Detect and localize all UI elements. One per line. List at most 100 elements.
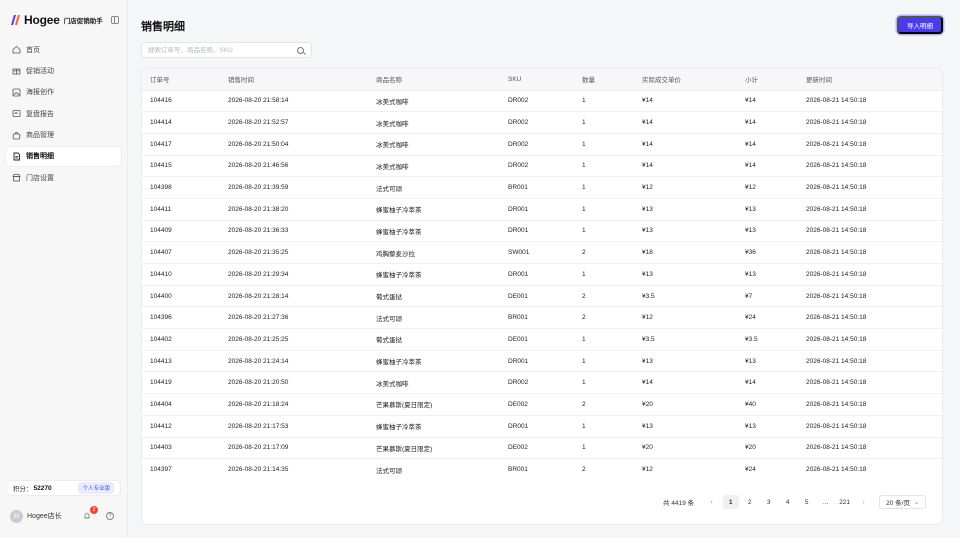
table-row[interactable]: 104397 2026-08-20 21:14:35 法式可颂 BR001 2 ¥12 ¥2… (142, 458, 942, 481)
table-cell: ¥36 (745, 249, 756, 257)
table-cell: DR001 (508, 205, 529, 213)
page-number-button[interactable]: 221 (837, 495, 853, 509)
document-icon (12, 152, 21, 161)
table-cell: 2026-08-21 14:50:18 (806, 466, 867, 474)
search-icon[interactable] (297, 47, 304, 54)
table-cell: SW001 (508, 249, 530, 257)
table-cell: 104409 (150, 227, 172, 235)
table-row[interactable]: 104413 2026-08-20 21:24:14 蜂蜜柚子冷萃茶 DR001 1 ¥1… (142, 350, 942, 372)
table-row[interactable]: 104398 2026-08-20 21:39:59 法式可颂 BR001 1 ¥12 ¥1… (142, 176, 942, 199)
table-row[interactable]: 104415 2026-08-20 21:46:56 冰美式咖啡 DR002 1 ¥14 ¥… (142, 155, 942, 177)
table-row[interactable]: 104396 2026-08-20 21:27:36 法式可颂 BR001 2 ¥12 ¥2… (142, 306, 942, 329)
table-row[interactable]: 104419 2026-08-20 21:20:50 冰美式咖啡 DR002 1 ¥14 ¥… (142, 371, 942, 394)
sidebar: Hogee 门店促销助手 首页 促销活动 海报创作 复盘报告 商品管理 销售明细 门店设置 … (0, 0, 128, 538)
table-cell: 1 (582, 205, 586, 213)
table-cell: DR001 (508, 357, 529, 365)
table-cell: 1 (582, 357, 586, 365)
table-cell: BR001 (508, 314, 528, 322)
page-number-button[interactable]: 2 (742, 495, 758, 509)
table-cell: ¥3.5 (642, 335, 655, 343)
table-cell: ¥7 (745, 292, 753, 300)
table-cell: 2026-08-20 21:29:34 (228, 270, 289, 278)
table-cell: ¥13 (745, 270, 756, 278)
brand-name: Hogee (24, 13, 60, 27)
table-cell: ¥14 (745, 97, 756, 105)
sales-table: 订单号 销售时间 商品名称 SKU 数量 实际成交单价 小计 更新时间 104416 2026-… (142, 69, 942, 481)
page-number-button[interactable]: 5 (799, 495, 815, 509)
table-cell: ¥14 (642, 379, 653, 387)
sidebar-item-4[interactable]: 复盘报告 (6, 104, 121, 123)
table-cell: ¥20 (745, 444, 756, 452)
table-row[interactable]: 104404 2026-08-20 21:18:24 芒果慕斯(夏日限定) DE002… (142, 393, 942, 416)
sidebar-item-2[interactable]: 促销活动 (6, 61, 121, 80)
sidebar-item-5[interactable]: 商品管理 (6, 126, 121, 145)
table-cell: ¥20 (642, 400, 653, 408)
table-cell: 2026-08-20 21:24:14 (228, 357, 289, 365)
table-cell: 104416 (150, 97, 172, 105)
table-cell: 104410 (150, 270, 172, 278)
table-cell: BR001 (508, 466, 528, 474)
avatar[interactable]: H (10, 509, 23, 523)
table-cell: 2026-08-21 14:50:18 (806, 314, 867, 322)
pagination: 共 4419 条 ‹ 1 2 3 4 5... 221 › 20 条/页 ⌄ (142, 494, 942, 510)
table-row[interactable]: 104417 2026-08-20 21:50:04 冰美式咖啡 DR002 1 ¥14 ¥… (142, 133, 942, 155)
table-cell: 1 (582, 379, 586, 387)
bell-icon[interactable] (83, 512, 91, 520)
page-size-select[interactable]: 20 条/页 ⌄ (879, 495, 926, 509)
sidebar-item-6[interactable]: 销售明细 (6, 146, 121, 166)
table-cell: ¥12 (642, 466, 653, 474)
search-input[interactable] (148, 46, 288, 54)
import-button[interactable]: 导入明细 (897, 16, 943, 34)
table-cell: ¥13 (642, 357, 653, 365)
table-cell: 芒果慕斯(夏日限定) (376, 445, 433, 453)
next-page-button[interactable]: › (856, 495, 872, 509)
table-cell: 2026-08-21 14:50:18 (806, 162, 867, 170)
table-row[interactable]: 104411 2026-08-20 21:38:20 蜂蜜柚子冷萃茶 DR001 1 ¥1… (142, 198, 942, 220)
table-cell: 104407 (150, 249, 172, 257)
table-row[interactable]: 104402 2026-08-20 21:25:25 葡式蛋挞 DE001 1 ¥3.5 ¥… (142, 328, 942, 351)
table-cell: 1 (582, 97, 586, 105)
page-number-button[interactable]: 3 (761, 495, 777, 509)
table-cell: 104414 (150, 119, 172, 127)
table-row[interactable]: 104414 2026-08-20 21:52:57 冰美式咖啡 DR002 1 ¥14 ¥… (142, 111, 942, 134)
sidebar-item-7[interactable]: 门店设置 (6, 168, 121, 187)
search-box (141, 42, 312, 58)
table-cell: ¥12 (642, 184, 653, 192)
help-icon[interactable]: ? (106, 512, 114, 520)
page-number-button[interactable]: 1 (722, 495, 739, 509)
table-cell: 104400 (150, 292, 172, 300)
table-row[interactable]: 104416 2026-08-20 21:58:14 冰美式咖啡 DR002 1 ¥14 ¥… (142, 90, 942, 112)
table-row[interactable]: 104407 2026-08-20 21:35:25 鸡胸藜麦沙拉 SW001 2 ¥18… (142, 241, 942, 264)
table-cell: 2026-08-20 21:14:35 (228, 466, 289, 474)
plan-badge[interactable]: 个人专业版 (78, 482, 114, 494)
store-icon (12, 173, 21, 182)
table-cell: ¥24 (745, 314, 756, 322)
table-row[interactable]: 104409 2026-08-20 21:36:33 蜂蜜柚子冷萃茶 DR001 1 ¥1… (142, 220, 942, 242)
table-cell: ¥13 (642, 422, 653, 430)
sidebar-item-label: 商品管理 (26, 132, 54, 140)
table-cell: 2026-08-21 14:50:18 (806, 422, 867, 430)
sidebar-item-3[interactable]: 海报创作 (6, 83, 121, 102)
table-cell: 104415 (150, 162, 172, 170)
table-cell: ¥14 (642, 119, 653, 127)
table-cell: ¥12 (642, 314, 653, 322)
table-cell: 1 (582, 335, 586, 343)
table-cell: ¥14 (745, 162, 756, 170)
table-row[interactable]: 104410 2026-08-20 21:29:34 蜂蜜柚子冷萃茶 DR001 1 ¥1… (142, 263, 942, 286)
table-cell: 蜂蜜柚子冷萃茶 (376, 424, 422, 432)
table-row[interactable]: 104412 2026-08-20 21:17:53 蜂蜜柚子冷萃茶 DR001 1 ¥1… (142, 415, 942, 437)
table-cell: DR002 (508, 97, 529, 105)
table-row[interactable]: 104400 2026-08-20 21:28:14 葡式蛋挞 DE001 2 ¥3.5 ¥… (142, 285, 942, 307)
page-number-button[interactable]: 4 (780, 495, 796, 509)
report-icon (12, 109, 21, 118)
prev-page-button[interactable]: ‹ (704, 495, 720, 509)
table-cell: 2026-08-21 14:50:18 (806, 379, 867, 387)
sidebar-collapse-icon[interactable] (111, 16, 119, 24)
table-cell: 2026-08-21 14:50:18 (806, 270, 867, 278)
table-cell: ¥3.5 (745, 335, 758, 343)
table-cell: ¥13 (642, 227, 653, 235)
table-cell: 鸡胸藜麦沙拉 (376, 250, 415, 258)
user-name[interactable]: Hogee店长 (27, 511, 62, 521)
sidebar-item-1[interactable]: 首页 (6, 40, 121, 59)
table-row[interactable]: 104403 2026-08-20 21:17:09 芒果慕斯(夏日限定) DE002… (142, 437, 942, 459)
